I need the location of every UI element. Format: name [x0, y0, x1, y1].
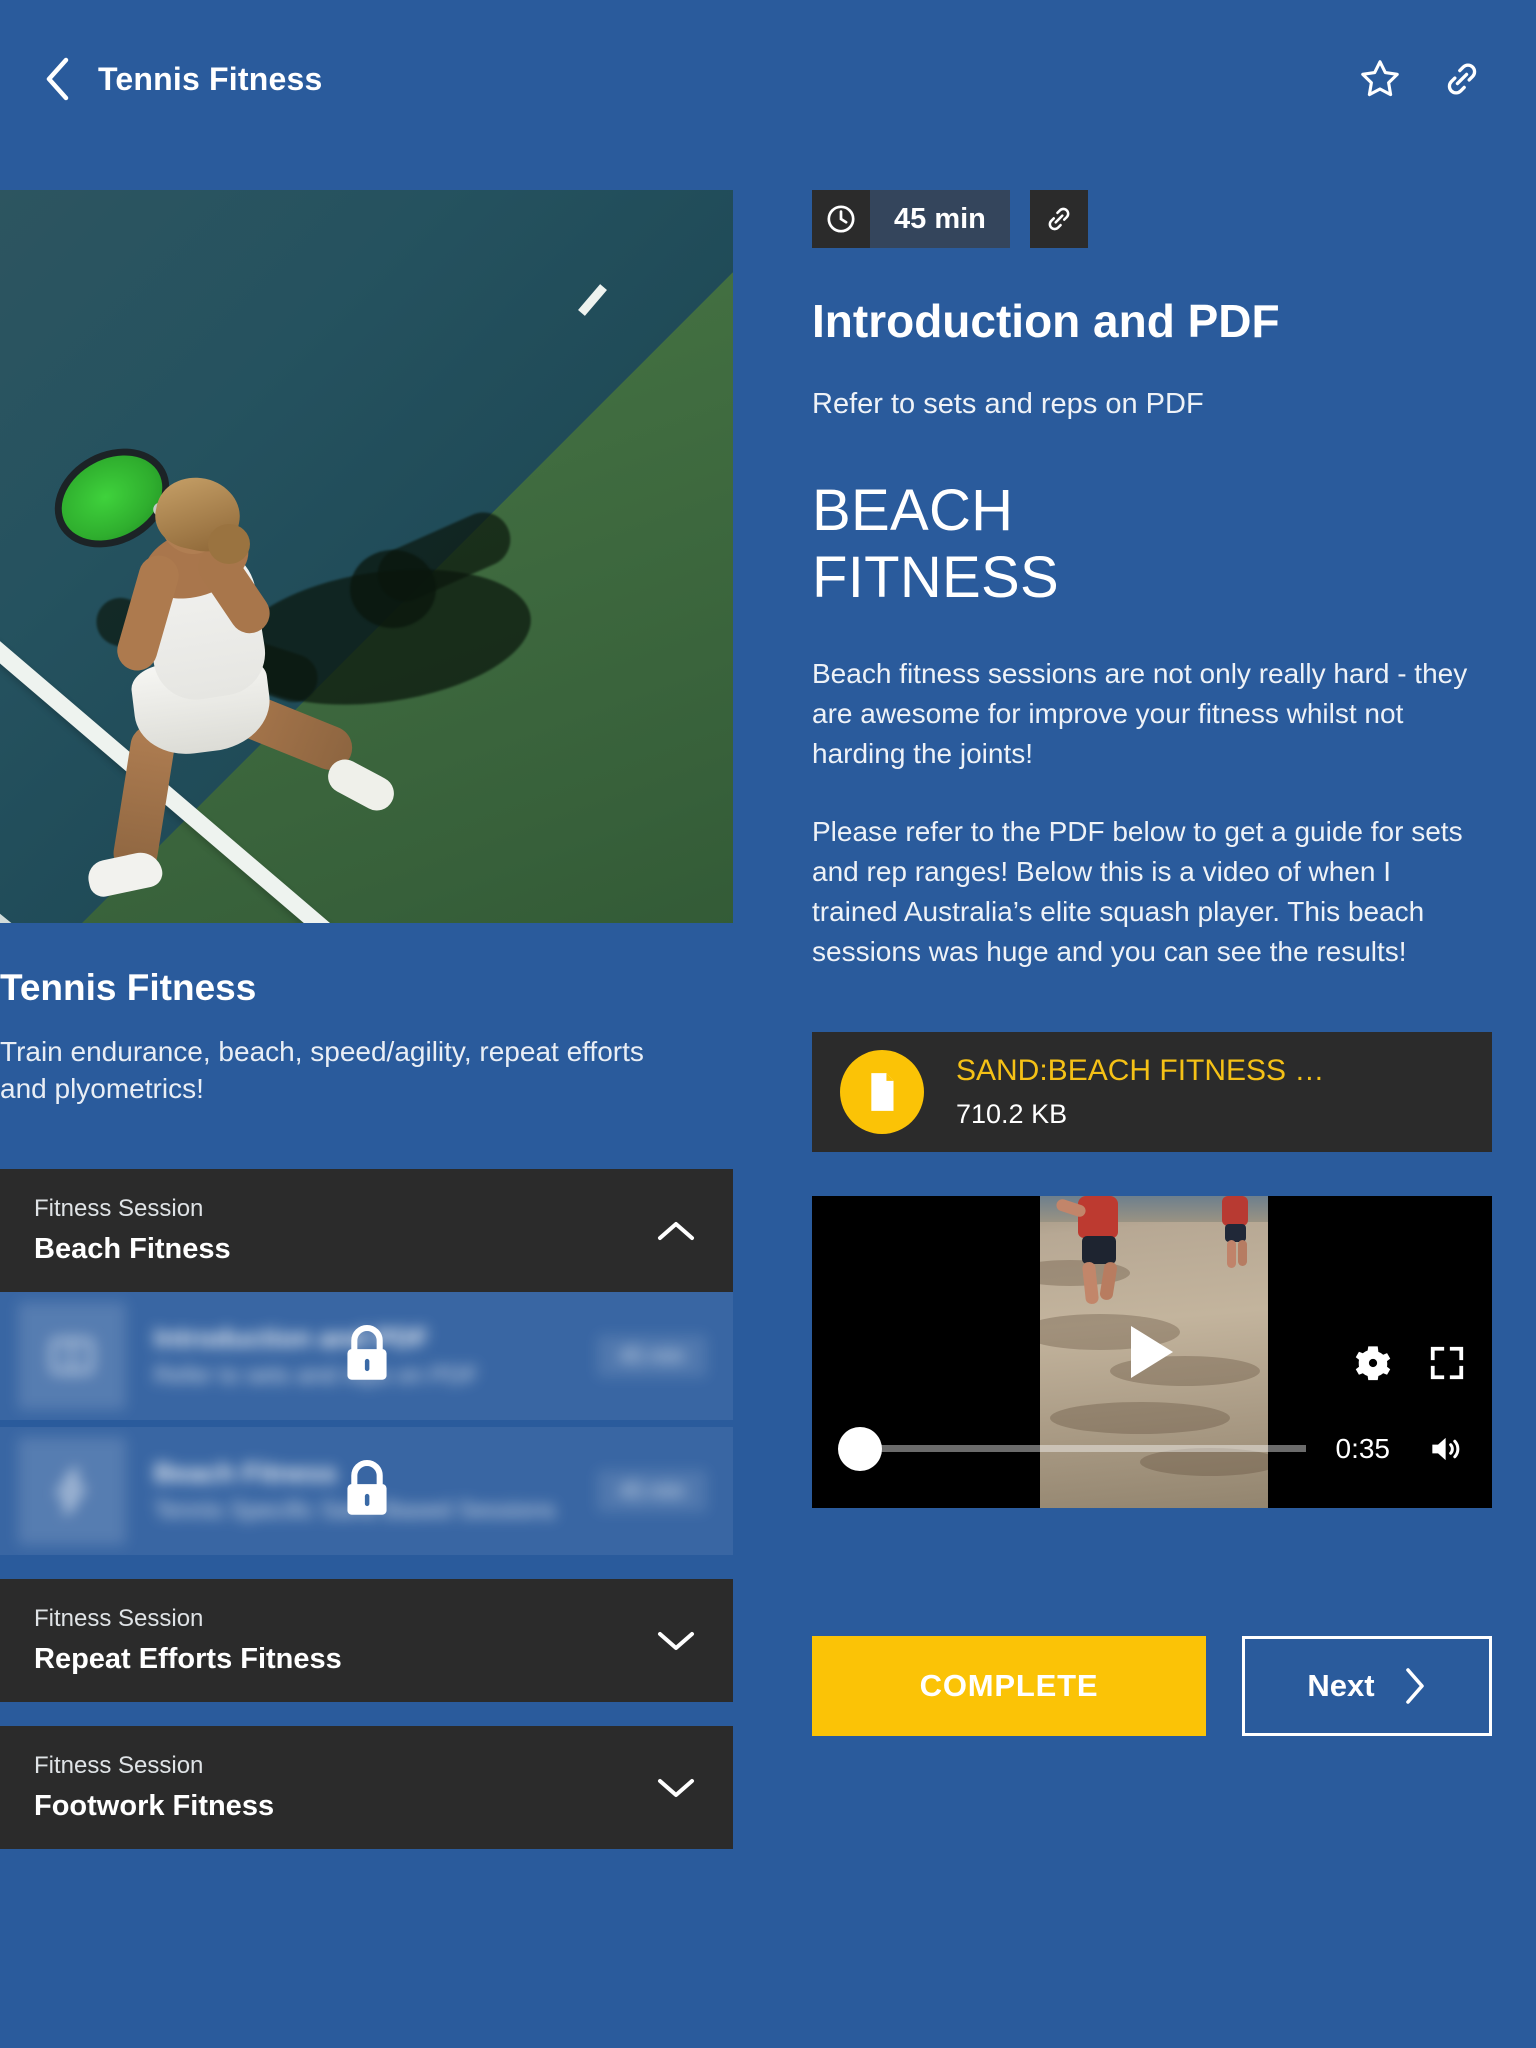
lesson-item-title: Introduction and PDF — [154, 1323, 429, 1354]
next-button[interactable]: Next — [1242, 1635, 1492, 1736]
lesson-item-introduction-and-pdf[interactable]: Introduction and PDF Refer to sets and r… — [0, 1292, 733, 1421]
clock-icon — [812, 190, 870, 248]
lesson-item-content: Introduction and PDF Refer to sets and r… — [0, 1292, 733, 1420]
lesson-item-title: Beach Fitness — [154, 1458, 338, 1489]
tennis-court-graphic — [0, 190, 733, 923]
session-kicker: Fitness Session — [34, 1605, 204, 1633]
lesson-heading-line1: BEACH — [812, 478, 1014, 544]
runner-leg — [1238, 1239, 1247, 1266]
book-icon — [18, 1302, 126, 1411]
star-outline-icon — [1361, 60, 1399, 97]
lesson-duration-pill: 45 min — [812, 190, 1010, 248]
video-progress-knob[interactable] — [838, 1426, 882, 1471]
tennis-player-figure — [30, 429, 400, 900]
lesson-item-description: Refer to sets and reps on PDF — [154, 1362, 479, 1390]
course-hero-image — [0, 190, 733, 923]
lesson-item-duration: 45 min — [596, 1335, 707, 1378]
lesson-item-description: Tennis Specific Sand Based Sessions — [154, 1497, 556, 1525]
lesson-content: 45 min Introduction and PDF Refer to set… — [812, 190, 1492, 1736]
play-icon[interactable] — [1131, 1325, 1173, 1378]
lesson-share-button[interactable] — [1029, 190, 1088, 248]
lesson-heading-line2: FITNESS — [812, 545, 1060, 611]
volume-on-icon — [1432, 1437, 1460, 1461]
runner-leg — [1099, 1261, 1118, 1301]
session-text: Fitness Session Repeat Efforts Fitness — [34, 1603, 653, 1679]
attachment-meta: SAND:BEACH FITNESS … 710.2 KB — [956, 1052, 1324, 1131]
session-toggle-chevron[interactable] — [653, 1618, 699, 1664]
next-button-label: Next — [1307, 1667, 1375, 1703]
player-shadow-head — [350, 550, 436, 628]
chevron-down-icon — [658, 1778, 694, 1797]
attachment-name: SAND:BEACH FITNESS … — [956, 1054, 1325, 1088]
lesson-item-beach-fitness[interactable]: Beach Fitness Tennis Specific Sand Based… — [0, 1427, 733, 1556]
player-hair-bun — [208, 524, 250, 564]
session-text: Fitness Session Footwork Fitness — [34, 1750, 653, 1826]
session-name: Repeat Efforts Fitness — [34, 1642, 342, 1675]
runner-shirt — [1222, 1195, 1248, 1226]
video-settings-button[interactable] — [1354, 1344, 1392, 1387]
video-progress-track[interactable] — [880, 1445, 1306, 1453]
lesson-paragraph-2: Please refer to the PDF below to get a g… — [812, 815, 1463, 967]
video-time: 0:35 — [1335, 1432, 1391, 1464]
lesson-subtitle: Refer to sets and reps on PDF — [812, 387, 1204, 420]
chevron-up-icon — [658, 1221, 694, 1240]
session-header-repeat-efforts-fitness[interactable]: Fitness Session Repeat Efforts Fitness — [0, 1579, 733, 1703]
session-name: Beach Fitness — [34, 1232, 231, 1265]
lesson-heading: BEACH FITNESS — [812, 477, 1492, 612]
course-sidebar: Tennis Fitness Train endurance, beach, s… — [0, 190, 733, 2048]
lesson-paragraph-1: Beach fitness sessions are not only real… — [812, 657, 1468, 769]
chevron-right-icon — [1405, 1668, 1424, 1704]
share-link-button[interactable] — [1436, 53, 1488, 105]
course-title: Tennis Fitness — [0, 967, 257, 1008]
attachment-card[interactable]: SAND:BEACH FITNESS … 710.2 KB — [812, 1031, 1492, 1152]
fullscreen-icon — [1430, 1346, 1464, 1380]
topbar-actions — [1354, 53, 1488, 105]
lesson-duration-text: 45 min — [870, 190, 1010, 248]
lesson-item-copy: Beach Fitness Tennis Specific Sand Based… — [154, 1456, 597, 1526]
link-icon — [1048, 207, 1070, 231]
attachment-size: 710.2 KB — [956, 1098, 1068, 1129]
video-controls-top — [1354, 1344, 1466, 1387]
video-runner-background — [1218, 1195, 1252, 1268]
runner-leg — [1227, 1239, 1236, 1268]
course-description: Train endurance, beach, speed/agility, r… — [0, 1035, 644, 1104]
lesson-item-duration: 45 min — [596, 1470, 707, 1513]
back-button[interactable] — [34, 56, 80, 102]
runner-shirt — [1078, 1195, 1118, 1238]
complete-button[interactable]: COMPLETE — [812, 1635, 1206, 1736]
document-icon — [840, 1049, 924, 1134]
video-player[interactable]: 0:35 — [812, 1195, 1492, 1508]
link-icon — [1447, 63, 1477, 95]
lesson-item-copy: Introduction and PDF Refer to sets and r… — [154, 1321, 597, 1391]
footer-actions: COMPLETE Next — [812, 1635, 1492, 1736]
lesson-meta-row: 45 min — [812, 190, 1492, 248]
lesson-list: Introduction and PDF Refer to sets and r… — [0, 1292, 733, 1556]
gear-icon — [1355, 1346, 1391, 1381]
video-fullscreen-button[interactable] — [1428, 1344, 1466, 1387]
chevron-down-icon — [658, 1631, 694, 1650]
video-controls-bottom: 0:35 — [812, 1420, 1492, 1478]
runner-shorts — [1082, 1235, 1116, 1264]
lightning-bolt-icon — [18, 1437, 126, 1546]
favorite-button[interactable] — [1354, 53, 1406, 105]
body-columns: Tennis Fitness Train endurance, beach, s… — [0, 158, 1536, 2048]
lesson-page: Tennis Fitness Tennis Fitness Train endu… — [0, 0, 1536, 2048]
session-kicker: Fitness Session — [34, 1195, 204, 1223]
session-list: Fitness Session Beach Fitness Introducti… — [0, 1169, 733, 1850]
session-toggle-chevron[interactable] — [653, 1208, 699, 1254]
page-title: Tennis Fitness — [98, 60, 323, 97]
chevron-left-icon — [46, 57, 69, 101]
session-toggle-chevron[interactable] — [653, 1765, 699, 1811]
session-header-beach-fitness[interactable]: Fitness Session Beach Fitness — [0, 1169, 733, 1293]
session-header-footwork-fitness[interactable]: Fitness Session Footwork Fitness — [0, 1726, 733, 1850]
session-name: Footwork Fitness — [34, 1789, 275, 1822]
top-bar: Tennis Fitness — [0, 0, 1536, 158]
video-volume-button[interactable] — [1424, 1430, 1466, 1468]
session-text: Fitness Session Beach Fitness — [34, 1193, 653, 1269]
session-kicker: Fitness Session — [34, 1752, 204, 1780]
lesson-item-content: Beach Fitness Tennis Specific Sand Based… — [0, 1427, 733, 1555]
video-runner-foreground — [1054, 1195, 1124, 1305]
lesson-title: Introduction and PDF — [812, 295, 1280, 347]
runner-leg — [1081, 1261, 1100, 1305]
